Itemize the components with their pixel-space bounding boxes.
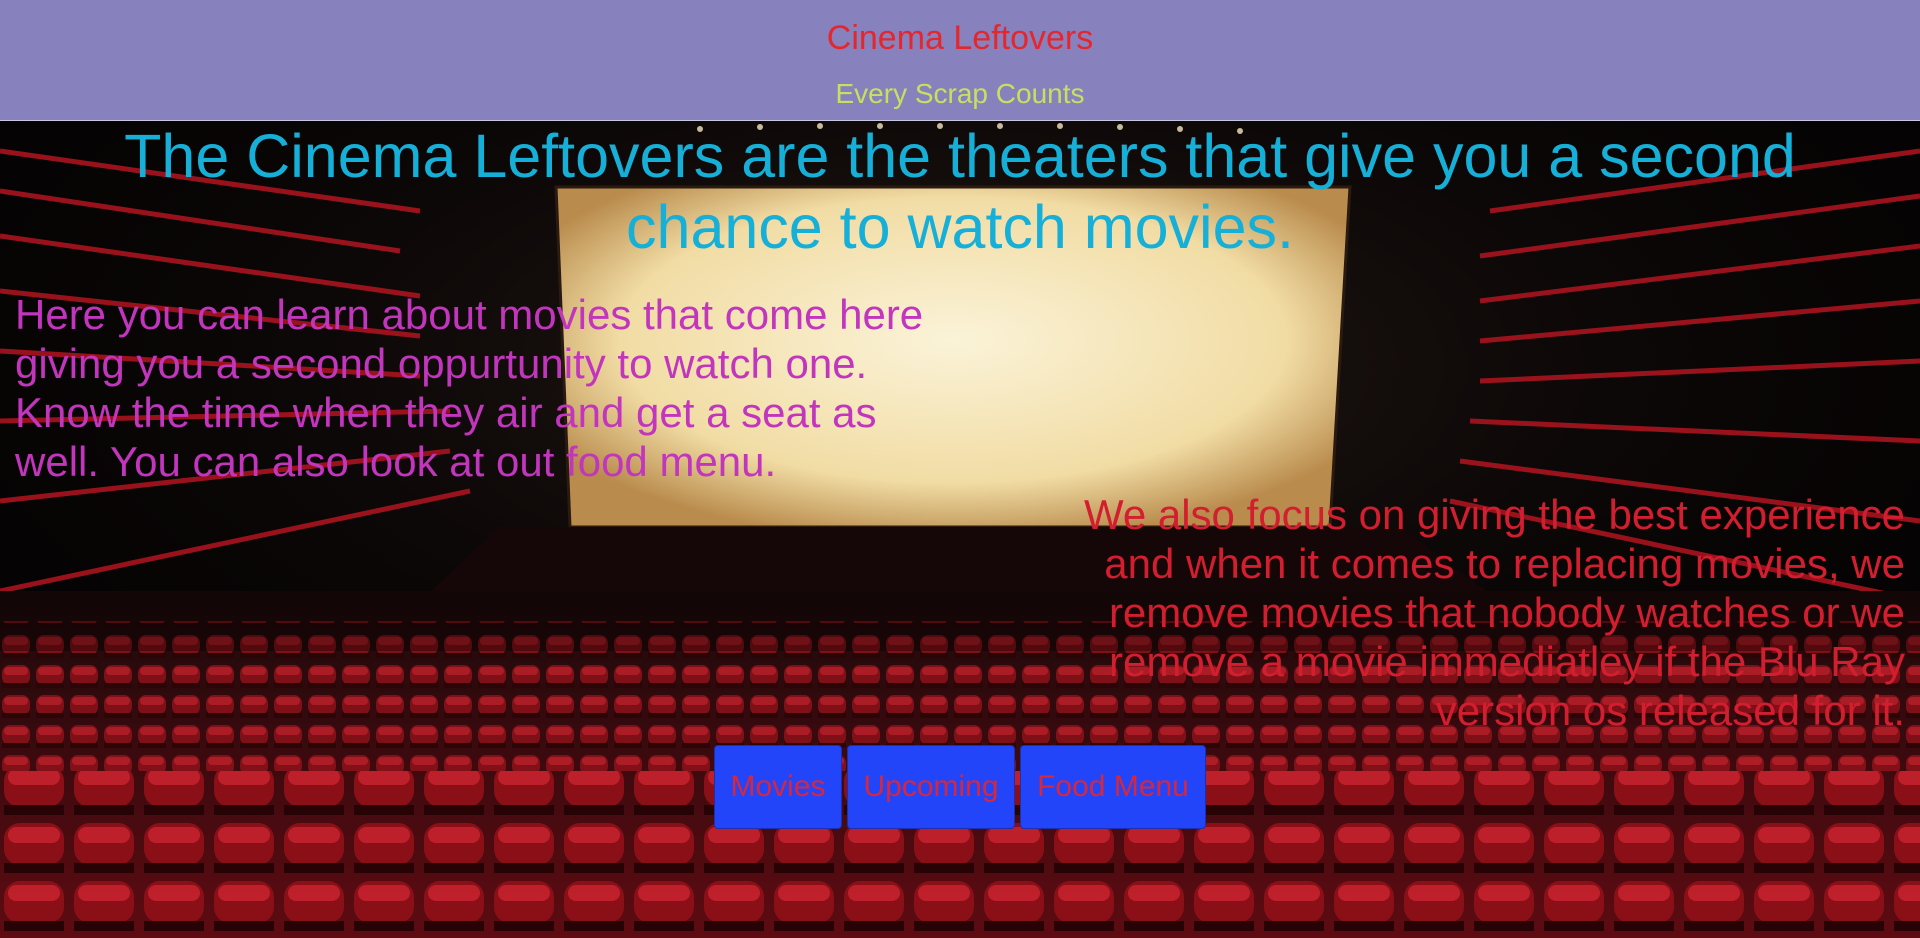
food-menu-button[interactable]: Food Menu	[1020, 745, 1206, 829]
movies-button[interactable]: Movies	[714, 745, 842, 829]
hero-headline: The Cinema Leftovers are the theaters th…	[124, 122, 1796, 261]
hero-section: The Cinema Leftovers are the theaters th…	[0, 121, 1920, 938]
intro-paragraph: Here you can learn about movies that com…	[15, 291, 924, 485]
site-header: Cinema Leftovers Every Scrap Counts	[0, 0, 1920, 121]
upcoming-button[interactable]: Upcoming	[847, 745, 1015, 829]
focus-paragraph: We also focus on giving the best experie…	[1083, 491, 1905, 734]
site-tagline: Every Scrap Counts	[835, 78, 1085, 109]
main-nav: Movies Upcoming Food Menu	[714, 745, 1206, 829]
site-title: Cinema Leftovers	[826, 19, 1094, 57]
